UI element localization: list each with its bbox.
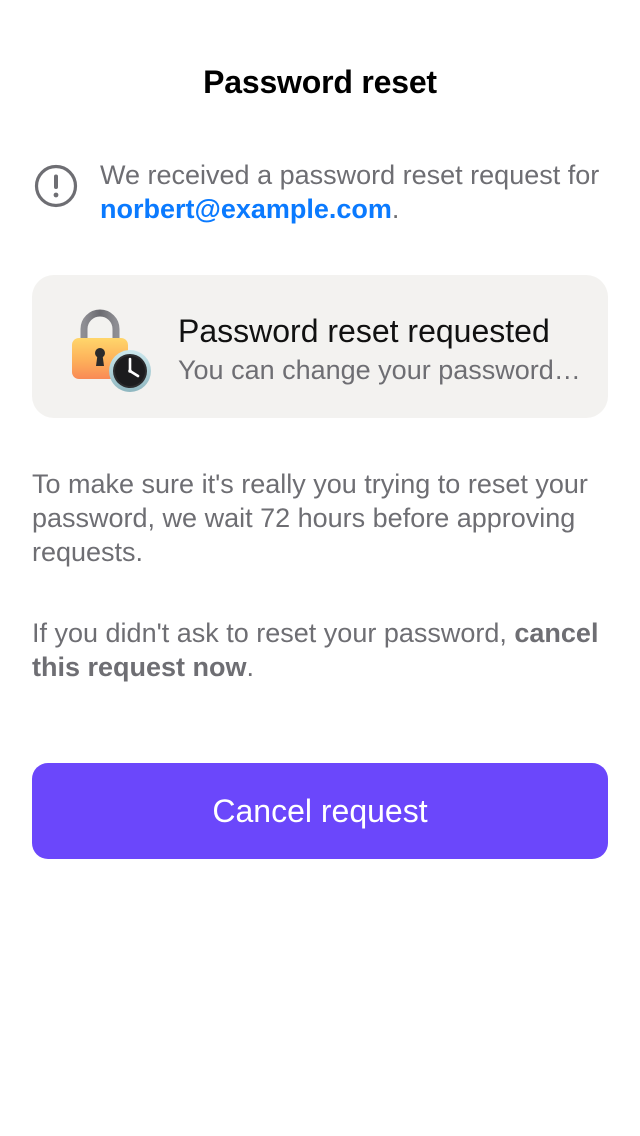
cancel-hint-text: If you didn't ask to reset your password… — [32, 616, 608, 684]
wait-period-text: To make sure it's really you trying to r… — [32, 469, 588, 567]
notice-text-prefix: We received a password reset request for — [100, 160, 600, 190]
notice-text-suffix: . — [391, 194, 400, 224]
cancel-hint-suffix: . — [246, 652, 255, 682]
card-title: Password reset requested — [178, 313, 550, 349]
lock-clock-icon — [68, 305, 154, 395]
reset-status-card: Password reset requested You can change … — [32, 275, 608, 418]
page-title: Password reset — [203, 64, 437, 100]
cancel-hint-prefix: If you didn't ask to reset your password… — [32, 618, 515, 648]
cancel-request-button[interactable]: Cancel request — [32, 763, 608, 859]
notice-text: We received a password reset request for… — [100, 158, 608, 226]
email-link[interactable]: norbert@example.com — [100, 194, 392, 224]
card-subtitle: You can change your password on Jan 3, 2… — [178, 355, 582, 385]
exclamation-circle-icon — [32, 162, 80, 210]
reset-notice: We received a password reset request for… — [32, 158, 608, 226]
